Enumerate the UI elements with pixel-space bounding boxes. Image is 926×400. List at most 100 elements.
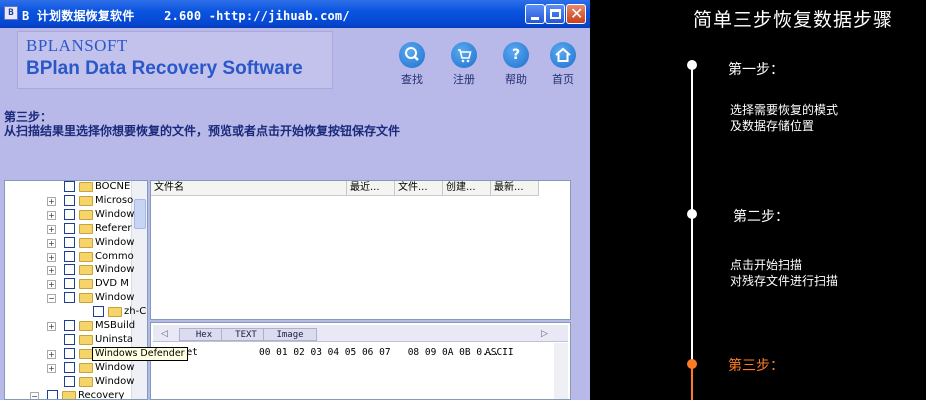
register-label: 注册: [453, 73, 475, 86]
preview-tab-bar: ◁ Hex TEXT Image ▷: [153, 325, 568, 342]
tab-scroll-right-icon[interactable]: ▷: [541, 328, 548, 339]
expand-icon[interactable]: +: [47, 266, 56, 276]
tree-item[interactable]: + Referer: [5, 222, 132, 236]
step1-dot: [687, 60, 697, 70]
expand-icon[interactable]: +: [47, 210, 56, 220]
expand-icon[interactable]: +: [47, 238, 56, 248]
guide-title: 简单三步恢复数据步骤: [693, 9, 894, 31]
tree-item[interactable]: + DVD M: [5, 277, 130, 291]
tree-item-label: DVD M: [95, 278, 129, 290]
tree-scroll-thumb[interactable]: [134, 199, 146, 229]
step2-desc: 点击开始扫描 对残存文件进行扫描: [730, 257, 838, 289]
brand-name: BPLANSOFT: [26, 36, 128, 55]
expand-icon[interactable]: +: [47, 196, 56, 206]
app-window: B B 计划数据恢复软件 2.600 -http://jihuab.com/ ✕…: [0, 0, 590, 400]
tab-scroll-left-icon[interactable]: ◁: [161, 328, 168, 339]
tab-image[interactable]: Image: [263, 328, 317, 341]
folder-icon: [79, 321, 93, 331]
tree-item-checkbox[interactable]: [64, 375, 75, 387]
tree-item-label: Referer: [95, 222, 132, 234]
collapse-icon[interactable]: −: [47, 294, 56, 304]
folder-tree[interactable]: BOCNE + Microso + Window + Referer + Window + Comm…: [4, 180, 148, 400]
tree-item-label: zh-C: [124, 306, 147, 318]
step1-desc-line1: 选择需要恢复的模式: [730, 103, 839, 117]
tree-item-label: Window: [95, 208, 135, 220]
tree-item-checkbox[interactable]: [64, 222, 75, 234]
column-header-created[interactable]: 创建...: [443, 181, 491, 196]
folder-icon: [79, 251, 93, 262]
tree-item[interactable]: BOCNE: [5, 181, 130, 194]
expand-icon[interactable]: +: [47, 224, 56, 234]
tree-item[interactable]: − Recovery: [5, 389, 130, 399]
tree-item-checkbox[interactable]: [64, 250, 75, 262]
search-label: 查找: [401, 73, 423, 86]
tree-item-checkbox[interactable]: [64, 236, 75, 248]
expand-icon[interactable]: +: [47, 349, 56, 359]
maximize-button[interactable]: [545, 4, 565, 24]
tree-item-checkbox[interactable]: [93, 306, 104, 318]
tree-item-checkbox[interactable]: [64, 333, 75, 345]
help-icon: ?: [503, 42, 529, 68]
step3-label: 第三步：: [728, 358, 784, 374]
timeline-line-active: [691, 365, 693, 400]
folder-icon: [79, 348, 93, 359]
tree-item-label: Window: [95, 292, 135, 304]
folder-icon: [79, 237, 93, 248]
tree-item[interactable]: + MSBuild: [5, 319, 135, 333]
tree-item-checkbox[interactable]: [64, 320, 75, 331]
tree-item[interactable]: + Commo: [5, 250, 134, 264]
home-icon: [550, 42, 576, 68]
close-icon: ✕: [570, 4, 584, 23]
tree-item[interactable]: + Window: [5, 236, 134, 250]
folder-icon: [79, 223, 93, 234]
maximize-icon: [550, 9, 561, 19]
tree-item-label: Window: [95, 375, 135, 387]
tree-item[interactable]: − Window: [5, 291, 134, 305]
expand-icon[interactable]: +: [47, 322, 56, 331]
tree-item-checkbox[interactable]: [64, 361, 75, 373]
home-button[interactable]: 首页: [543, 42, 583, 87]
expand-icon[interactable]: +: [47, 280, 56, 290]
folder-icon: [79, 195, 93, 206]
tree-tooltip: Windows Defender: [92, 347, 188, 361]
instruction-text: 第三步： 从扫描结果里选择你想要恢复的文件，预览或者点击开始恢复按钮保存文件: [4, 110, 400, 138]
expand-icon[interactable]: +: [47, 363, 56, 373]
title-bar[interactable]: B B 计划数据恢复软件 2.600 -http://jihuab.com/ ✕: [0, 0, 590, 28]
tree-item[interactable]: + Window: [5, 263, 134, 277]
register-button[interactable]: 注册: [444, 42, 484, 87]
tree-item[interactable]: + Microso: [5, 194, 134, 208]
folder-icon: [79, 209, 93, 220]
tree-item-checkbox[interactable]: [64, 208, 75, 220]
search-icon: [399, 42, 425, 68]
column-header-filename[interactable]: 文件名: [151, 181, 347, 196]
tree-item-checkbox[interactable]: [64, 181, 75, 192]
minimize-button[interactable]: [525, 4, 545, 24]
collapse-icon[interactable]: −: [30, 391, 39, 399]
tree-item-label: Commo: [95, 250, 134, 262]
expand-icon[interactable]: +: [47, 252, 56, 262]
folder-icon: [79, 182, 93, 192]
cart-icon: [451, 42, 477, 68]
close-button[interactable]: ✕: [566, 4, 586, 24]
tree-item-checkbox[interactable]: [64, 264, 75, 276]
tree-item-checkbox[interactable]: [64, 292, 75, 304]
column-header-last-accessed[interactable]: 最近...: [347, 181, 395, 196]
tree-item[interactable]: Window: [5, 375, 134, 389]
tree-item-checkbox[interactable]: [64, 278, 75, 290]
column-header-file-type[interactable]: 文件...: [395, 181, 443, 196]
folder-icon: [108, 307, 122, 318]
tree-item-checkbox[interactable]: [47, 389, 58, 399]
tree-item[interactable]: + Window: [5, 361, 134, 375]
tree-item[interactable]: zh-C: [5, 305, 146, 319]
column-header-modified[interactable]: 最新...: [491, 181, 539, 196]
tree-item-checkbox[interactable]: [64, 194, 75, 206]
folder-icon: [79, 362, 93, 373]
tree-item-checkbox[interactable]: [64, 347, 75, 359]
preview-scrollbar[interactable]: [554, 343, 568, 399]
tree-item[interactable]: Uninsta: [5, 333, 133, 347]
file-list[interactable]: 文件名 最近... 文件... 创建... 最新...: [150, 180, 571, 320]
tree-item-label: Microso: [95, 194, 134, 206]
help-button[interactable]: ? 帮助: [496, 42, 536, 87]
tree-item[interactable]: + Window: [5, 208, 134, 222]
search-button[interactable]: 查找: [392, 42, 432, 87]
